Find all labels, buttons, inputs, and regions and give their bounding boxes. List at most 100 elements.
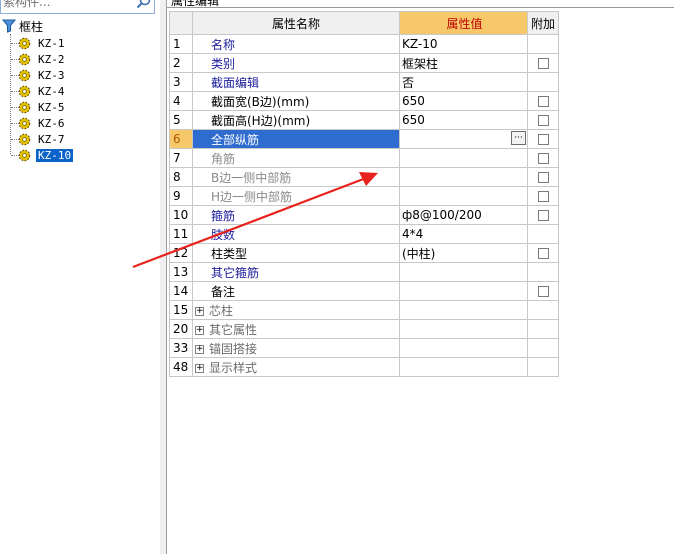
property-value-cell[interactable] <box>399 319 528 339</box>
property-value-cell[interactable] <box>399 338 528 358</box>
tree-item-kz-7[interactable]: KZ-7 <box>18 131 67 147</box>
plus-box-icon[interactable]: + <box>195 325 204 335</box>
attach-cell[interactable] <box>527 205 559 225</box>
property-row[interactable]: 2 类别 框架柱 <box>169 53 559 73</box>
property-row[interactable]: 14 备注 <box>169 281 559 301</box>
attach-cell[interactable] <box>527 186 559 206</box>
property-value-cell[interactable] <box>399 281 528 301</box>
property-row[interactable]: 4 截面宽(B边)(mm) 650 <box>169 91 559 111</box>
search-input[interactable]: 索构件... <box>3 0 50 10</box>
attach-checkbox[interactable] <box>537 210 549 221</box>
tree-item-kz-5[interactable]: KZ-5 <box>18 99 67 115</box>
tree-item-kz-1[interactable]: KZ-1 <box>18 35 67 51</box>
property-name-cell[interactable]: + 显示样式 <box>192 357 400 377</box>
property-value-cell[interactable]: 4*4 <box>399 224 528 244</box>
header-attach[interactable]: 附加 <box>527 11 559 35</box>
property-value-cell[interactable]: KZ-10 <box>399 34 528 54</box>
panel-splitter[interactable] <box>160 0 167 554</box>
property-row[interactable]: 13 其它箍筋 <box>169 262 559 282</box>
property-name-cell[interactable]: 柱类型 <box>192 243 400 263</box>
property-row[interactable]: 15 + 芯柱 <box>169 300 559 320</box>
property-value-cell[interactable]: 650 <box>399 91 528 111</box>
property-name-cell[interactable]: 截面宽(B边)(mm) <box>192 91 400 111</box>
property-value[interactable]: 否 <box>402 76 414 90</box>
tree-item-kz-4[interactable]: KZ-4 <box>18 83 67 99</box>
attach-checkbox[interactable] <box>537 153 549 164</box>
attach-cell[interactable] <box>527 53 559 73</box>
property-name-cell[interactable]: 备注 <box>192 281 400 301</box>
header-property-name[interactable]: 属性名称 <box>192 11 400 35</box>
property-row[interactable]: 3 截面编辑 否 <box>169 72 559 92</box>
plus-box-icon[interactable]: + <box>195 363 204 373</box>
property-value-cell[interactable]: (中柱) <box>399 243 528 263</box>
property-value[interactable]: ф8@100/200 <box>402 208 482 222</box>
property-value[interactable]: 框架柱 <box>402 57 438 71</box>
tree-item-kz-3[interactable]: KZ-3 <box>18 67 67 83</box>
property-value-cell[interactable] <box>399 167 528 187</box>
property-row[interactable]: 10 箍筋 ф8@100/200 <box>169 205 559 225</box>
property-name-cell[interactable]: 角筋 <box>192 148 400 168</box>
attach-cell[interactable] <box>527 129 559 149</box>
property-name-cell[interactable]: 其它箍筋 <box>192 262 400 282</box>
property-row[interactable]: 9 H边一侧中部筋 <box>169 186 559 206</box>
property-value-cell[interactable]: 框架柱 <box>399 53 528 73</box>
property-name-cell[interactable]: + 其它属性 <box>192 319 400 339</box>
attach-cell[interactable] <box>527 91 559 111</box>
attach-checkbox[interactable] <box>537 248 549 259</box>
property-row[interactable]: 11 肢数 4*4 <box>169 224 559 244</box>
property-name-cell[interactable]: B边一侧中部筋 <box>192 167 400 187</box>
attach-checkbox[interactable] <box>537 191 549 202</box>
attach-checkbox[interactable] <box>537 58 549 69</box>
property-row[interactable]: 6 全部纵筋 ··· <box>169 129 559 149</box>
tree-item-kz-2[interactable]: KZ-2 <box>18 51 67 67</box>
property-value-cell[interactable]: 否 <box>399 72 528 92</box>
attach-cell[interactable] <box>527 281 559 301</box>
property-value[interactable]: 650 <box>402 113 425 127</box>
property-name-cell[interactable]: 截面编辑 <box>192 72 400 92</box>
attach-cell[interactable] <box>527 110 559 130</box>
property-name-cell[interactable]: 肢数 <box>192 224 400 244</box>
ellipsis-icon[interactable]: ··· <box>511 131 526 145</box>
plus-box-icon[interactable]: + <box>195 344 204 354</box>
attach-checkbox[interactable] <box>537 134 549 145</box>
property-name-cell[interactable]: 箍筋 <box>192 205 400 225</box>
property-name-cell[interactable]: H边一侧中部筋 <box>192 186 400 206</box>
property-name-cell[interactable]: + 锚固搭接 <box>192 338 400 358</box>
property-row[interactable]: 48 + 显示样式 <box>169 357 559 377</box>
property-value-cell[interactable]: 650 <box>399 110 528 130</box>
property-row[interactable]: 8 B边一侧中部筋 <box>169 167 559 187</box>
attach-cell[interactable] <box>527 148 559 168</box>
property-name-cell[interactable]: 类别 <box>192 53 400 73</box>
property-value[interactable]: 650 <box>402 94 425 108</box>
plus-box-icon[interactable]: + <box>195 306 204 316</box>
property-name-cell[interactable]: 截面高(H边)(mm) <box>192 110 400 130</box>
property-value-cell[interactable] <box>399 262 528 282</box>
property-value-cell[interactable] <box>399 186 528 206</box>
property-row[interactable]: 5 截面高(H边)(mm) 650 <box>169 110 559 130</box>
property-value-cell[interactable] <box>399 357 528 377</box>
search-icon[interactable] <box>136 0 152 10</box>
attach-cell[interactable] <box>527 243 559 263</box>
property-value-cell[interactable] <box>399 148 528 168</box>
tree-item-kz-10[interactable]: KZ-10 <box>18 147 74 163</box>
property-row[interactable]: 1 名称 KZ-10 <box>169 34 559 54</box>
property-value[interactable]: (中柱) <box>402 247 435 261</box>
property-value[interactable]: KZ-10 <box>402 37 437 51</box>
property-name-cell[interactable]: 名称 <box>192 34 400 54</box>
tree-item-kz-6[interactable]: KZ-6 <box>18 115 67 131</box>
search-box[interactable]: 索构件... <box>0 0 155 14</box>
property-row[interactable]: 12 柱类型 (中柱) <box>169 243 559 263</box>
property-name-cell[interactable]: 全部纵筋 <box>192 129 400 149</box>
property-value-cell[interactable]: ф8@100/200 <box>399 205 528 225</box>
attach-cell[interactable] <box>527 167 559 187</box>
attach-checkbox[interactable] <box>537 115 549 126</box>
attach-checkbox[interactable] <box>537 172 549 183</box>
property-value-cell[interactable]: ··· <box>399 129 528 149</box>
attach-checkbox[interactable] <box>537 96 549 107</box>
property-value-cell[interactable] <box>399 300 528 320</box>
property-row[interactable]: 7 角筋 <box>169 148 559 168</box>
property-name-cell[interactable]: + 芯柱 <box>192 300 400 320</box>
tree-root-frame-column[interactable]: 框柱 <box>2 18 43 34</box>
property-row[interactable]: 20 + 其它属性 <box>169 319 559 339</box>
property-row[interactable]: 33 + 锚固搭接 <box>169 338 559 358</box>
